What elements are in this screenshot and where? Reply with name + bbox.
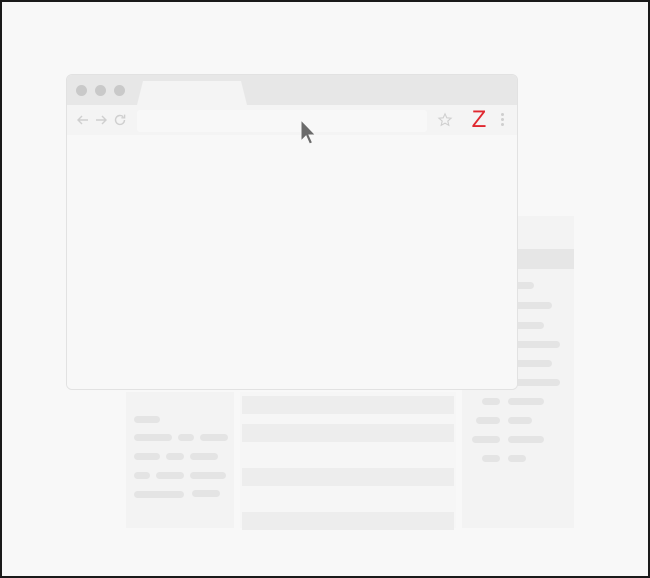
placeholder-bar [190,453,218,460]
star-icon[interactable] [437,112,453,128]
placeholder-bar [190,472,226,479]
placeholder-bar [476,417,500,424]
minimize-dot[interactable] [95,85,106,96]
maximize-dot[interactable] [114,85,125,96]
placeholder-bar [514,322,544,329]
placeholder-bar [482,455,500,462]
browser-titlebar [67,75,517,105]
placeholder-bar [156,472,184,479]
arrow-left-icon[interactable] [75,112,91,128]
reload-icon[interactable] [112,112,128,128]
placeholder-bar [514,302,552,309]
browser-viewport[interactable] [67,135,517,389]
placeholder-bar [166,453,184,460]
placeholder-bar [508,455,526,462]
placeholder-bar [134,472,150,479]
placeholder-bar [508,417,532,424]
background-left-column [126,392,234,528]
placeholder-bar [514,379,560,386]
screen-frame: Z [0,0,650,578]
placeholder-bar [514,341,560,348]
address-bar[interactable] [137,110,427,132]
placeholder-bar [134,434,172,441]
arrow-right-icon[interactable] [93,112,109,128]
background-middle-column [240,392,456,530]
placeholder-bar [134,416,160,423]
placeholder-band [242,512,454,530]
kebab-menu-icon[interactable] [497,113,507,129]
placeholder-band [242,396,454,414]
placeholder-bar [134,491,184,498]
placeholder-bar [200,434,228,441]
placeholder-bar [482,398,500,405]
placeholder-bar [192,490,220,497]
placeholder-bar [178,434,194,441]
placeholder-band [242,468,454,486]
placeholder-bar [514,360,552,367]
browser-tab[interactable] [137,81,247,105]
close-dot[interactable] [76,85,87,96]
z-extension-icon[interactable]: Z [469,108,489,132]
placeholder-bar [472,436,500,443]
browser-toolbar: Z [67,105,517,135]
mouse-pointer-icon [300,119,317,145]
placeholder-bar [508,436,544,443]
placeholder-band [242,424,454,442]
placeholder-bar [508,398,544,405]
browser-window: Z [66,74,518,390]
placeholder-bar [134,453,160,460]
